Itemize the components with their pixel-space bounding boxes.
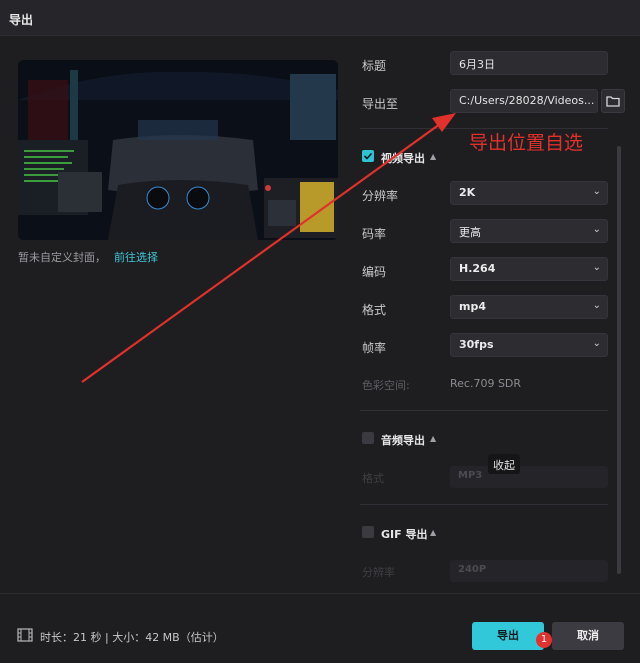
export-button[interactable]: 导出 [472,622,544,650]
annotation-label: 导出位置自选 [469,132,584,154]
bitrate-value: 更高 [459,226,481,239]
bitrate-label: 码率 [362,227,387,241]
cover-preview [18,60,338,240]
chevron-down-icon: ⌄ [592,338,601,349]
fps-select[interactable]: 30fps ⌄ [450,333,608,357]
video-export-title: 视频导出 [381,152,425,165]
chevron-down-icon: ⌄ [592,262,601,273]
resolution-value: 2K [459,186,476,199]
film-icon [17,628,33,642]
format-value: mp4 [459,300,486,313]
resolution-select[interactable]: 2K ⌄ [450,181,608,205]
audio-format-value: MP3 [458,470,483,481]
gif-export-title: GIF 导出 [381,528,428,541]
title-bar: 导出 [0,0,640,36]
title-label: 标题 [362,59,387,73]
color-space-value: Rec.709 SDR [450,377,522,390]
folder-icon [606,96,620,107]
fps-value: 30fps [459,338,494,351]
choose-cover-link[interactable]: 前往选择 [114,251,158,264]
check-icon [363,152,373,160]
divider-video [360,410,608,411]
audio-format-select: MP3 [450,466,608,488]
fps-label: 帧率 [362,341,387,355]
color-space-label: 色彩空间: [362,379,410,392]
window-title: 导出 [9,13,34,27]
format-select[interactable]: mp4 ⌄ [450,295,608,319]
export-path-input[interactable]: C:/Users/28028/Videos... [450,89,598,113]
collapse-tooltip: 收起 [488,454,520,474]
footer-divider [0,593,640,594]
chevron-up-icon[interactable]: ▲ [430,528,436,537]
cover-note-text: 暂未自定义封面， [18,251,106,264]
step-badge: 1 [536,632,552,648]
cancel-button[interactable]: 取消 [552,622,624,650]
chevron-down-icon: ⌄ [592,186,601,197]
preview-image [18,60,338,240]
chevron-up-icon[interactable]: ▲ [430,152,436,161]
settings-scrollbar[interactable] [617,146,621,574]
cover-note: 暂未自定义封面， 前往选择 [18,249,158,265]
export-to-label: 导出至 [362,97,399,111]
audio-export-title: 音频导出 [381,434,425,447]
gif-resolution-label: 分辨率 [362,566,395,579]
audio-format-label: 格式 [362,472,384,485]
codec-value: H.264 [459,262,496,275]
title-input[interactable]: 6月3日 [450,51,608,75]
gif-resolution-value: 240P [458,564,487,575]
chevron-down-icon: ⌄ [592,300,601,311]
gif-export-checkbox[interactable] [362,526,374,538]
audio-export-checkbox[interactable] [362,432,374,444]
gif-resolution-select: 240P [450,560,608,582]
export-summary: 时长：21 秒 | 大小：42 MB（估计） [40,631,224,644]
bitrate-select[interactable]: 更高 ⌄ [450,219,608,243]
chevron-down-icon: ⌄ [592,224,601,235]
codec-select[interactable]: H.264 ⌄ [450,257,608,281]
resolution-label: 分辨率 [362,189,399,203]
format-label: 格式 [362,303,387,317]
browse-folder-button[interactable] [601,89,625,113]
chevron-up-icon[interactable]: ▲ [430,434,436,443]
codec-label: 编码 [362,265,387,279]
video-export-checkbox[interactable] [362,150,374,162]
divider-audio [360,504,608,505]
